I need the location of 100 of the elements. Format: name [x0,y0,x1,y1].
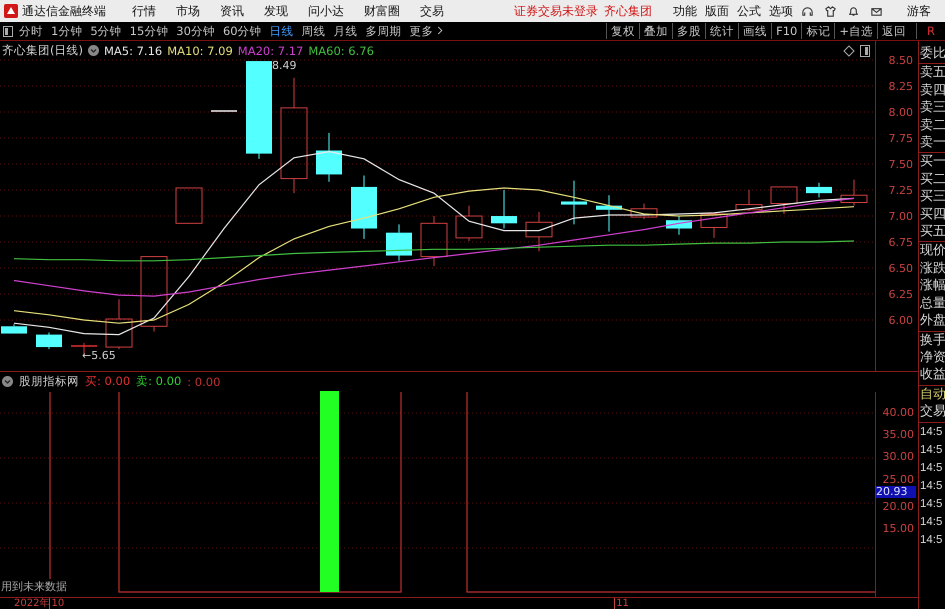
candlestick [176,187,202,224]
menu-item[interactable]: 交易 [420,2,444,20]
logo-icon [4,4,18,18]
period-tab[interactable]: 60分钟 [222,24,262,38]
menu-item[interactable]: 问小达 [308,2,344,20]
app-title: 通达信金融终端 [22,2,106,20]
period-tab[interactable]: 月线 [334,24,358,38]
toolbar-button[interactable]: 复权 [606,23,640,39]
toolbar-button[interactable]: F10 [771,23,802,39]
axis-label: 30.00 [882,451,914,464]
candlestick [1,324,27,334]
axis-label: 15.00 [882,523,914,535]
candlestick [736,190,762,212]
time-label: 14:5 [919,478,944,494]
toolbar-button[interactable]: 返回 [877,23,910,39]
login-status: 证券交易未登录 [514,2,598,20]
candlestick [770,186,798,214]
period-tab[interactable]: 5分钟 [90,24,122,38]
dropdown-icon[interactable] [88,45,99,56]
indicator-value: MA20: 7.17 [238,44,304,58]
candlestick [316,132,342,182]
diamond-icon[interactable] [843,45,855,57]
field-label: 买三 [919,188,945,206]
headset-icon[interactable] [801,4,814,18]
toolbar-item[interactable]: 选项 [769,2,793,20]
chart-title: 齐心集团(日线) [2,43,83,58]
date-label: 10 [49,598,64,609]
indicator-value: : 0.00 [187,374,220,388]
indicator-value: MA5: 7.16 [104,44,162,58]
period-tab[interactable]: 多周期 [366,24,402,38]
shirt-icon[interactable] [824,4,837,18]
dropdown-icon[interactable] [2,376,13,387]
period-tab[interactable]: 日线 [270,24,294,38]
axis-label: 7.50 [888,158,913,172]
time-label: 14:5 [919,496,944,512]
user-name[interactable]: 游客 [907,2,931,20]
axis-label: 40.00 [882,407,914,419]
toolbar-button[interactable]: 统计 [705,23,738,39]
axis-label: 8.50 [888,54,913,68]
period-tab[interactable]: 1分钟 [51,24,82,38]
period-tab[interactable]: 分时 [19,24,43,38]
toolbar-item[interactable]: 公式 [737,2,761,20]
axis-label: 7.25 [888,184,913,198]
time-label: 14:5 [919,532,944,548]
warning-note: 用到未来数据 [1,579,67,594]
axis-label: 7.75 [888,132,913,146]
toolbar-item[interactable]: 版面 [705,2,729,20]
corner-button[interactable]: R [916,23,945,39]
panel-toggle-icon[interactable] [860,45,870,57]
period-tab[interactable]: 15分钟 [130,24,168,38]
bell-icon[interactable] [847,4,860,18]
field-label: 涨幅 [919,277,945,295]
field-label: 卖三 [919,99,945,117]
more-button[interactable]: 更多 [410,24,443,38]
period-tab[interactable]: 周线 [302,24,326,38]
candlestick [386,224,412,262]
indicator-value: MA10: 7.09 [167,44,233,58]
candlestick [106,298,132,350]
time-label: 14:5 [919,442,944,458]
menu-item[interactable]: 市场 [176,2,200,20]
menu-item[interactable]: 发现 [264,2,288,20]
toolbar-button[interactable]: 叠加 [639,23,672,39]
indicator-value: 买: 0.00 [85,374,130,389]
low-price-label: ←5.65 [82,349,116,362]
candlestick [561,180,587,225]
toolbar-button[interactable]: 多股 [672,23,706,39]
menu-item[interactable]: 财富圈 [364,2,400,20]
action-button[interactable]: 自动 [919,386,945,404]
stock-name: 齐心集团 [604,2,652,20]
high-price-label: 8.49 [272,59,296,72]
panel-toggle-icon[interactable] [3,26,13,36]
candlestick [526,211,552,252]
candlestick [456,205,482,242]
candlestick [351,174,377,240]
axis-label: 20.00 [882,500,914,513]
axis-label: 25.00 [882,474,914,486]
field-label: 卖四 [919,82,945,100]
candlestick [630,203,658,220]
axis-label: 6.25 [888,288,913,302]
time-label: 14:5 [919,514,944,530]
period-tab[interactable]: 30分钟 [176,24,215,38]
field-label: 交易 [919,403,945,421]
field-label: 卖一 [919,134,945,152]
candlestick [491,190,517,230]
toolbar-button[interactable]: 标记 [801,23,834,39]
axis-label: 8.00 [888,106,913,120]
candlestick [840,179,868,206]
candlestick [420,216,448,266]
indicator-value: 卖: 0.00 [136,374,182,389]
toolbar-button[interactable]: 画线 [738,23,772,39]
toolbar-button[interactable]: +自选 [834,23,877,39]
toolbar-item[interactable]: 功能 [673,2,697,20]
menu-item[interactable]: 行情 [132,2,156,20]
menu-item[interactable]: 资讯 [220,2,244,20]
candlestick [666,216,692,236]
candlestick [211,110,237,112]
chevron-icon [436,26,443,34]
axis-label: 6.00 [888,314,913,328]
field-label: 买四 [919,206,945,224]
field-label: 委比 [919,45,945,62]
